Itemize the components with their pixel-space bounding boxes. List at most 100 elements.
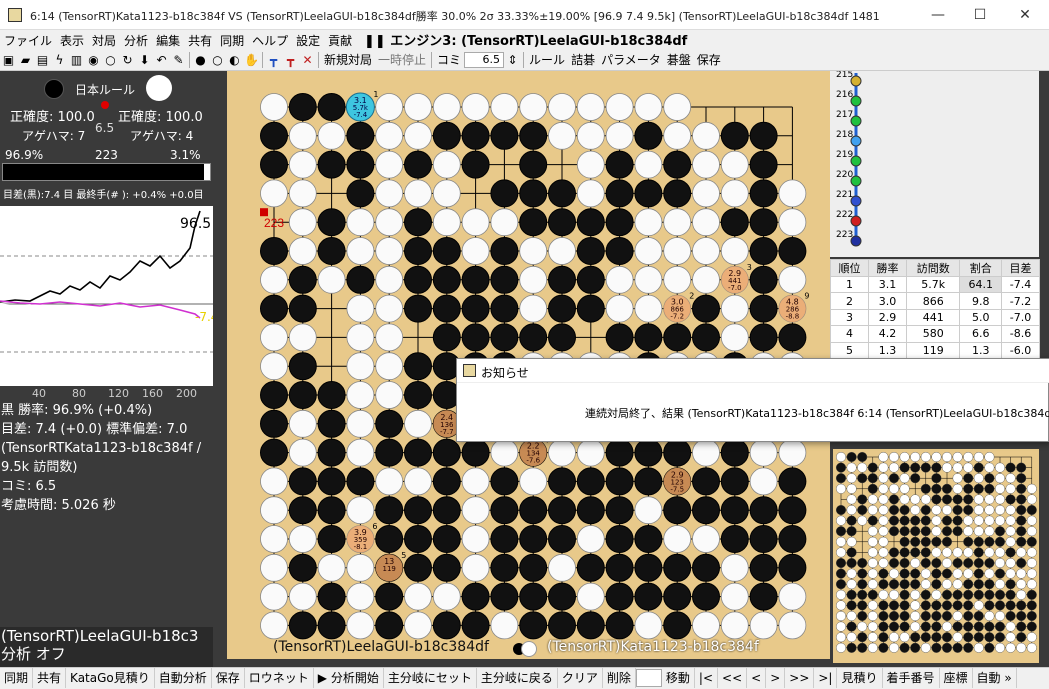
lownet-button[interactable]: ロウネット bbox=[245, 668, 314, 688]
tree-node[interactable] bbox=[850, 235, 862, 247]
hand-icon[interactable]: ✋ bbox=[243, 51, 260, 69]
mini-white-stone bbox=[835, 632, 847, 643]
col-visits[interactable]: 訪問数 bbox=[905, 259, 961, 277]
notice-dialog[interactable]: お知らせ 連続対局終了、結果 (TensorRT)Kata1123-b18c38… bbox=[456, 358, 1049, 442]
minimize-button[interactable]: — bbox=[928, 5, 948, 25]
close-button[interactable]: ✕ bbox=[1015, 5, 1035, 25]
menu-share[interactable]: 共有 bbox=[184, 31, 216, 51]
tree-node[interactable] bbox=[850, 195, 862, 207]
estimate-button[interactable]: 見積り bbox=[837, 668, 883, 688]
white-stone bbox=[490, 93, 519, 121]
tsumego-button[interactable]: 詰碁 bbox=[568, 51, 598, 69]
coord-red-icon[interactable]: ┳ bbox=[282, 51, 299, 69]
table-row[interactable]: 4 4.2 580 6.6 -8.6 bbox=[830, 325, 1041, 343]
katago-estimate-button[interactable]: KataGo見積り bbox=[66, 668, 155, 688]
tree-node[interactable] bbox=[850, 95, 862, 107]
back-button[interactable]: < bbox=[747, 668, 767, 688]
winrate-graph[interactable]: 96.5 -7.4 3.1 40 80 120 160 200 bbox=[0, 206, 218, 402]
col-winrate[interactable]: 勝率 bbox=[868, 259, 907, 277]
tree-node[interactable] bbox=[850, 135, 862, 147]
komi-spinner-icon[interactable]: ⇕ bbox=[504, 51, 521, 69]
winrate-bar-white bbox=[203, 164, 210, 180]
first-move-button[interactable]: |< bbox=[695, 668, 719, 688]
back-ten-button[interactable]: << bbox=[718, 668, 748, 688]
open-icon[interactable]: ▣ bbox=[0, 51, 17, 69]
undo-icon[interactable]: ↶ bbox=[153, 51, 170, 69]
mini-black-stone bbox=[1005, 610, 1016, 621]
circle-icon[interactable]: ○ bbox=[102, 51, 119, 69]
mini-white-stone bbox=[994, 462, 1005, 473]
start-analysis-button[interactable]: ▶ 分析開始 bbox=[314, 668, 384, 688]
move-number-input[interactable] bbox=[635, 669, 662, 687]
new-game-button[interactable]: 新規対局 bbox=[321, 51, 375, 69]
delete-icon[interactable]: ✕ bbox=[299, 51, 316, 69]
white-stone bbox=[375, 93, 404, 121]
table-row[interactable]: 5 1.3 119 1.3 -6.0 bbox=[830, 341, 1041, 360]
table-row[interactable]: 2 3.0 866 9.8 -7.2 bbox=[830, 292, 1041, 310]
menu-analysis[interactable]: 分析 bbox=[120, 31, 152, 51]
share-button[interactable]: 共有 bbox=[33, 668, 67, 688]
menu-settings[interactable]: 設定 bbox=[292, 31, 324, 51]
params-button[interactable]: パラメータ bbox=[598, 51, 664, 69]
engine-label[interactable]: ❚❚ エンジン3: (TensorRT)LeelaGUI-b18c384df bbox=[364, 32, 687, 52]
coords-button[interactable]: 座標 bbox=[940, 668, 973, 688]
tree-node[interactable] bbox=[850, 115, 862, 127]
save-icon[interactable]: ▤ bbox=[34, 51, 51, 69]
white-stone bbox=[519, 467, 548, 496]
return-main-branch-button[interactable]: 主分岐に戻る bbox=[477, 668, 558, 688]
menu-game[interactable]: 対局 bbox=[88, 31, 120, 51]
col-rank[interactable]: 順位 bbox=[830, 259, 869, 277]
menu-edit[interactable]: 編集 bbox=[152, 31, 184, 51]
save-button[interactable]: 保存 bbox=[212, 668, 245, 688]
coord-blue-icon[interactable]: ┳ bbox=[265, 51, 282, 69]
move-numbers-button[interactable]: 着手番号 bbox=[883, 668, 940, 688]
col-score[interactable]: 目差 bbox=[1000, 259, 1041, 277]
white-stone-icon[interactable]: ○ bbox=[209, 51, 226, 69]
rules-button[interactable]: ルール bbox=[526, 51, 568, 69]
sync-button[interactable]: 同期 bbox=[0, 668, 34, 688]
table-row[interactable]: 3 2.9 441 5.0 -7.0 bbox=[830, 308, 1041, 327]
auto-analysis-button[interactable]: 自動分析 bbox=[155, 668, 212, 688]
tree-node[interactable] bbox=[850, 215, 862, 227]
alt-stone-icon[interactable]: ◐ bbox=[226, 51, 243, 69]
pause-button[interactable]: 一時停止 bbox=[375, 51, 429, 69]
white-stone bbox=[288, 438, 317, 467]
move-tree[interactable]: 215 216 217 218 219 220 221 222 223 bbox=[830, 70, 1039, 257]
analysis-mode[interactable]: 分析 オフ bbox=[1, 645, 226, 663]
set-main-branch-button[interactable]: 主分岐にセット bbox=[384, 668, 477, 688]
black-stone bbox=[749, 121, 778, 150]
col-ratio[interactable]: 割合 bbox=[959, 259, 1002, 277]
menu-file[interactable]: ファイル bbox=[0, 31, 56, 51]
menu-help[interactable]: ヘルプ bbox=[248, 31, 292, 51]
menu-sync[interactable]: 同期 bbox=[216, 31, 248, 51]
forward-button[interactable]: > bbox=[766, 668, 786, 688]
target-icon[interactable]: ◉ bbox=[85, 51, 102, 69]
table-row[interactable]: 1 3.1 5.7k 64.1 -7.4 bbox=[830, 275, 1041, 294]
folder-icon[interactable]: ▰ bbox=[17, 51, 34, 69]
clear-button[interactable]: クリア bbox=[558, 668, 603, 688]
black-stone-icon[interactable]: ● bbox=[192, 51, 209, 69]
flash-icon[interactable]: ϟ bbox=[51, 51, 68, 69]
down-arrow-icon[interactable]: ⬇ bbox=[136, 51, 153, 69]
pen-icon[interactable]: ✎ bbox=[170, 51, 187, 69]
chart-icon[interactable]: ▥ bbox=[68, 51, 85, 69]
menu-contribute[interactable]: 貢献 bbox=[324, 31, 356, 51]
goto-button[interactable]: 移動 bbox=[662, 668, 695, 688]
tree-node[interactable] bbox=[850, 155, 862, 167]
delete-button[interactable]: 削除 bbox=[603, 668, 636, 688]
toolbar-save-button[interactable]: 保存 bbox=[694, 51, 724, 69]
tree-node[interactable] bbox=[850, 75, 862, 87]
candidate-table[interactable]: 順位 勝率 訪問数 割合 目差 1 3.1 5.7k 64.1 -7.4 2 3.0 866… bbox=[830, 259, 1041, 360]
maximize-button[interactable]: ☐ bbox=[970, 5, 990, 25]
last-move-button[interactable]: >| bbox=[814, 668, 838, 688]
komi-input[interactable]: 6.5 bbox=[464, 52, 505, 68]
refresh-icon[interactable]: ↻ bbox=[119, 51, 136, 69]
black-stone bbox=[749, 525, 778, 553]
menu-view[interactable]: 表示 bbox=[56, 31, 88, 51]
auto-button[interactable]: 自動 » bbox=[973, 668, 1017, 688]
black-stone bbox=[634, 525, 663, 553]
forward-ten-button[interactable]: >> bbox=[785, 668, 815, 688]
mini-board[interactable] bbox=[833, 449, 1039, 663]
goban-button[interactable]: 碁盤 bbox=[664, 51, 694, 69]
tree-node[interactable] bbox=[850, 175, 862, 187]
